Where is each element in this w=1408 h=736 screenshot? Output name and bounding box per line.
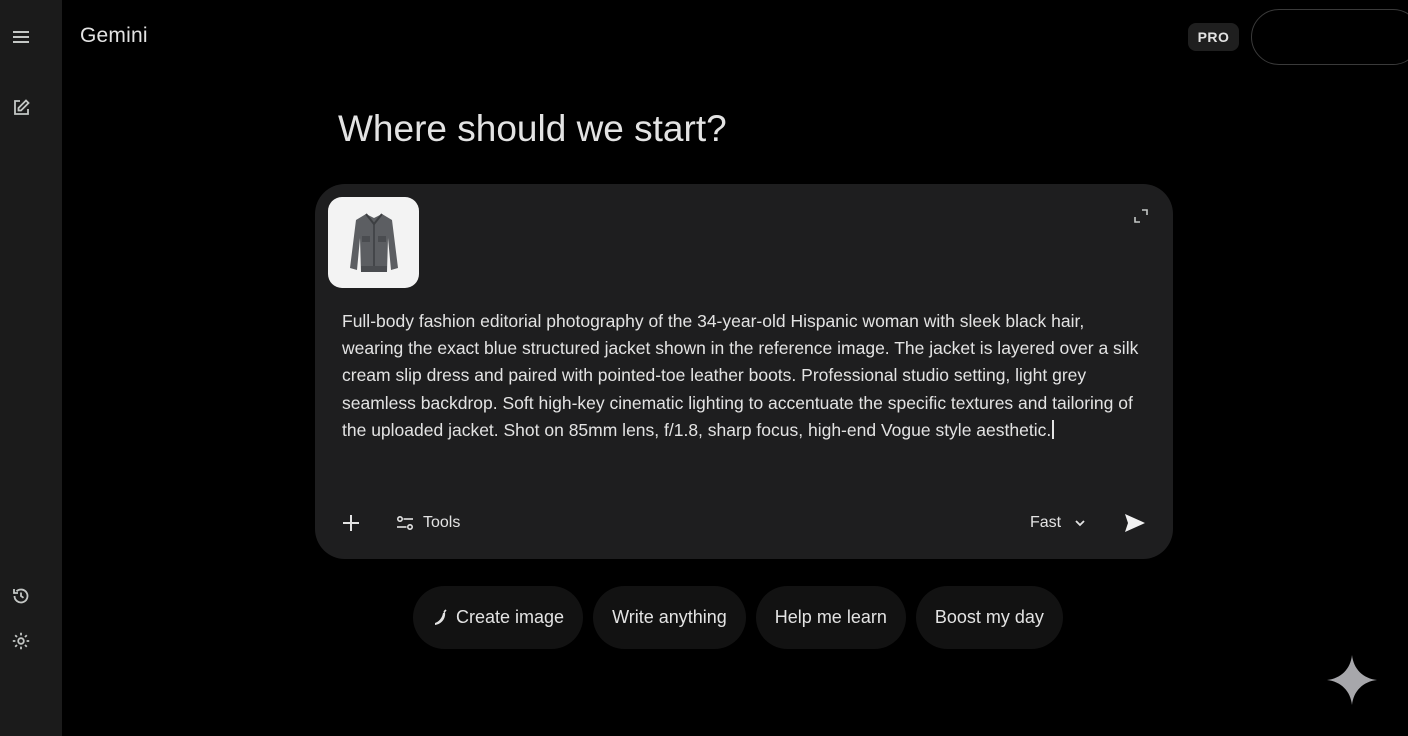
text-caret — [1052, 419, 1055, 439]
history-icon — [13, 588, 29, 604]
greeting-title: Where should we start? — [338, 108, 727, 149]
chip-help-me-learn[interactable]: Help me learn — [755, 586, 906, 649]
expand-icon — [1134, 209, 1148, 223]
prompt-input[interactable]: Full-body fashion editorial photography … — [342, 308, 1142, 444]
plus-icon — [343, 515, 359, 531]
gemini-sparkle-icon — [1327, 655, 1377, 705]
gemini-app: Gemini PRO Where should we start? Full-b… — [0, 0, 1408, 736]
menu-button[interactable] — [5, 21, 37, 53]
plan-badge[interactable]: PRO — [1188, 23, 1239, 51]
settings-button[interactable] — [5, 625, 37, 657]
tools-icon — [396, 515, 414, 531]
add-attachment-button[interactable] — [338, 510, 364, 536]
expand-button[interactable] — [1131, 206, 1151, 226]
chip-label: Help me learn — [774, 607, 887, 627]
jacket-thumbnail-icon — [349, 212, 398, 272]
new-chat-icon — [14, 99, 30, 115]
send-button[interactable] — [1121, 509, 1149, 537]
prompt-composer: Full-body fashion editorial photography … — [315, 184, 1173, 559]
app-title[interactable]: Gemini — [80, 24, 148, 48]
suggestion-chips: Create image Write anything Help me lear… — [413, 586, 1063, 649]
send-icon — [1125, 514, 1145, 532]
tools-label: Tools — [423, 514, 461, 531]
tools-button[interactable]: Tools — [395, 510, 460, 536]
chip-create-image[interactable]: Create image — [413, 586, 584, 649]
model-selector[interactable]: Fast — [1030, 510, 1087, 536]
banana-icon — [432, 608, 450, 627]
chevron-down-icon — [1075, 520, 1085, 527]
attachment-thumbnail[interactable] — [328, 197, 419, 288]
chip-label: Create image — [456, 607, 565, 627]
chip-label: Write anything — [612, 607, 727, 627]
chip-write-anything[interactable]: Write anything — [593, 586, 746, 649]
settings-icon — [12, 632, 30, 650]
prompt-text: Full-body fashion editorial photography … — [342, 311, 1139, 440]
side-rail — [0, 0, 62, 736]
history-button[interactable] — [5, 580, 37, 612]
menu-icon — [13, 31, 29, 43]
model-label: Fast — [1030, 514, 1062, 531]
chip-boost-my-day[interactable]: Boost my day — [915, 586, 1063, 649]
new-chat-button[interactable] — [5, 92, 37, 124]
chip-label: Boost my day — [934, 607, 1044, 627]
account-button[interactable] — [1251, 9, 1408, 65]
